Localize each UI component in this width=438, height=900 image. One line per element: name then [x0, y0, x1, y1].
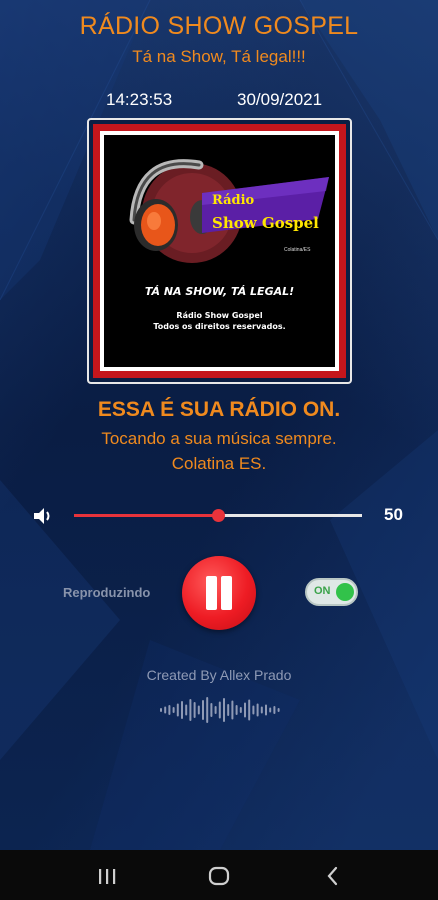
- wave-bar: [164, 706, 167, 714]
- pause-icon-bar: [221, 576, 232, 610]
- wave-bar: [185, 704, 188, 716]
- clock-date: 30/09/2021: [237, 90, 323, 109]
- wave-bar: [160, 708, 162, 712]
- logo-station-name: Rádio Show Gospel: [176, 311, 263, 320]
- credit-text: Created By Allex Prado: [146, 667, 292, 683]
- wave-bar: [202, 700, 204, 720]
- wave-bar: [260, 706, 263, 714]
- wave-bar: [193, 702, 196, 718]
- wave-bar: [269, 707, 272, 713]
- recent-apps-icon[interactable]: [94, 863, 120, 889]
- power-toggle[interactable]: ON: [305, 578, 358, 606]
- station-tagline: Tocando a sua música sempre.: [101, 429, 337, 448]
- wave-bar: [252, 705, 255, 715]
- volume-fill: [74, 514, 218, 517]
- wave-bar: [214, 706, 217, 714]
- logo-tagline: TÁ NA SHOW, TÁ LEGAL!: [144, 285, 295, 298]
- station-location: Colatina ES.: [171, 454, 267, 473]
- wave-bar: [218, 701, 221, 719]
- wave-bar: [168, 705, 171, 715]
- app-title: RÁDIO SHOW GOSPEL: [79, 12, 359, 40]
- volume-thumb[interactable]: [212, 509, 225, 522]
- system-nav-bar: [0, 850, 438, 900]
- home-icon[interactable]: [206, 863, 232, 889]
- audio-wave-icon: [160, 697, 280, 723]
- toggle-knob: [336, 583, 354, 601]
- wave-bar: [223, 698, 225, 722]
- logo-radio-text: Rádio: [212, 193, 255, 208]
- wave-bar: [189, 699, 192, 721]
- wave-bar: [248, 699, 251, 721]
- clock-time: 14:23:53: [106, 90, 173, 109]
- volume-value: 50: [384, 505, 403, 524]
- back-icon[interactable]: [320, 863, 346, 889]
- logo-rights: Todos os direitos reservados.: [153, 322, 286, 331]
- pause-icon: [206, 576, 217, 610]
- wave-bar: [181, 701, 183, 719]
- wave-bar: [176, 703, 179, 717]
- wave-bar: [277, 708, 280, 712]
- logo-location-text: Colatina/ES: [284, 247, 311, 253]
- app-subtitle: Tá na Show, Tá legal!!!: [132, 47, 306, 66]
- cover-red-border: Rádio Show Gospel Colatina/ES TÁ NA SHOW…: [93, 124, 346, 378]
- wave-bar: [210, 703, 213, 717]
- speaker-icon[interactable]: [32, 505, 54, 527]
- wave-bar: [273, 706, 276, 714]
- wave-bar: [265, 704, 267, 716]
- wave-bar: [197, 705, 200, 715]
- cover-white-border: Rádio Show Gospel Colatina/ES TÁ NA SHOW…: [100, 131, 339, 371]
- wave-bar: [231, 700, 234, 720]
- playback-status: Reproduzindo: [63, 585, 151, 600]
- wave-bar: [239, 707, 242, 713]
- wave-bar: [235, 705, 238, 715]
- toggle-label: ON: [314, 585, 331, 597]
- wave-bar: [256, 703, 259, 717]
- album-cover: Rádio Show Gospel Colatina/ES TÁ NA SHOW…: [87, 118, 352, 384]
- wave-bar: [227, 704, 230, 716]
- wave-bar: [206, 697, 209, 723]
- pause-button[interactable]: [182, 556, 256, 630]
- station-headline: ESSA É SUA RÁDIO ON.: [97, 398, 341, 421]
- volume-slider[interactable]: [74, 504, 362, 528]
- wave-bar: [172, 707, 175, 713]
- logo-show-gospel-text: Show Gospel: [212, 214, 319, 232]
- wave-bar: [244, 702, 246, 718]
- station-logo: Rádio Show Gospel Colatina/ES TÁ NA SHOW…: [104, 135, 335, 367]
